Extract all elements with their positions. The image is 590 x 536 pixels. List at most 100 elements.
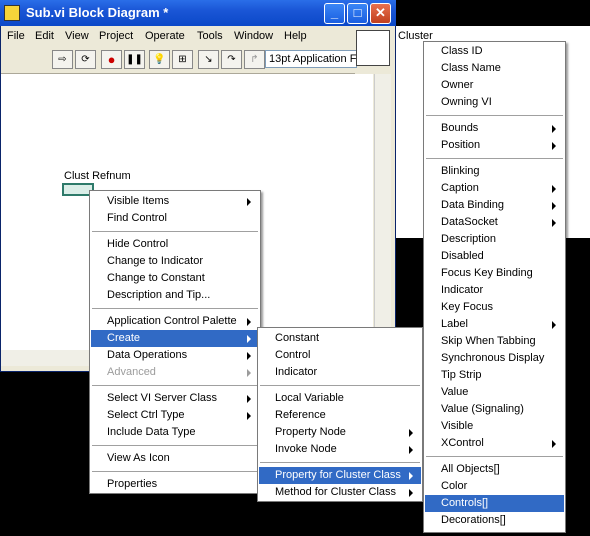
- menu-window[interactable]: Window: [234, 30, 273, 42]
- menu-item[interactable]: XControl: [425, 435, 564, 452]
- submenu-arrow-icon: [247, 198, 251, 206]
- menu-item[interactable]: Class ID: [425, 43, 564, 60]
- menu-item[interactable]: Change to Constant: [91, 270, 259, 287]
- menu-item[interactable]: Application Control Palette: [91, 313, 259, 330]
- menu-item-label: Indicator: [441, 284, 484, 296]
- create-submenu: Constant Control Indicator Local Variable Re…: [257, 327, 423, 502]
- step-out-icon[interactable]: ↱: [244, 50, 265, 69]
- menu-item[interactable]: Skip When Tabbing: [425, 333, 564, 350]
- menu-item[interactable]: Key Focus: [425, 299, 564, 316]
- menu-item[interactable]: Description: [425, 231, 564, 248]
- menu-item[interactable]: Controls[]: [425, 495, 564, 512]
- menu-item-label: Synchronous Display: [441, 352, 545, 364]
- menu-item[interactable]: Include Data Type: [91, 424, 259, 441]
- retain-wire-values-icon[interactable]: ⊞: [172, 50, 193, 69]
- menu-item[interactable]: Owning VI: [425, 94, 564, 111]
- menu-item[interactable]: Label: [425, 316, 564, 333]
- menu-file[interactable]: File: [7, 30, 25, 42]
- menu-item[interactable]: Property Node: [259, 424, 421, 441]
- menu-item[interactable]: Focus Key Binding: [425, 265, 564, 282]
- menu-item[interactable]: Description and Tip...: [91, 287, 259, 304]
- menu-item[interactable]: Tip Strip: [425, 367, 564, 384]
- menu-project[interactable]: Project: [99, 30, 133, 42]
- menu-item[interactable]: View As Icon: [91, 450, 259, 467]
- menu-item-label: Advanced: [107, 366, 156, 378]
- menu-item-label: Label: [441, 318, 468, 330]
- menu-item[interactable]: Local Variable: [259, 390, 421, 407]
- menu-item-label: Data Operations: [107, 349, 188, 361]
- close-button[interactable]: ✕: [370, 3, 391, 24]
- vertical-scrollbar[interactable]: [374, 74, 391, 350]
- menu-item[interactable]: Method for Cluster Class: [259, 484, 421, 501]
- step-over-icon[interactable]: ↷: [221, 50, 242, 69]
- submenu-arrow-icon: [552, 219, 556, 227]
- menu-item[interactable]: Class Name: [425, 60, 564, 77]
- menu-item-label: Local Variable: [275, 392, 344, 404]
- menu-view[interactable]: View: [65, 30, 89, 42]
- highlight-execution-icon[interactable]: 💡: [149, 50, 170, 69]
- menu-item[interactable]: Owner: [425, 77, 564, 94]
- menu-item[interactable]: Data Binding: [425, 197, 564, 214]
- menu-item[interactable]: Disabled: [425, 248, 564, 265]
- menu-item[interactable]: Position: [425, 137, 564, 154]
- menu-item[interactable]: Find Control: [91, 210, 259, 227]
- menu-item[interactable]: Synchronous Display: [425, 350, 564, 367]
- menu-item-label: Constant: [275, 332, 320, 344]
- font-select[interactable]: 13pt Application Font: [265, 50, 357, 68]
- menu-separator: [426, 115, 563, 116]
- menu-item[interactable]: Invoke Node: [259, 441, 421, 458]
- menu-item-label: Visible Items: [107, 195, 170, 207]
- step-into-icon[interactable]: ↘: [198, 50, 219, 69]
- menu-item[interactable]: Value: [425, 384, 564, 401]
- menu-help[interactable]: Help: [284, 30, 307, 42]
- menu-item[interactable]: Color: [425, 478, 564, 495]
- menu-item[interactable]: Visible Items: [91, 193, 259, 210]
- menu-item[interactable]: All Objects[]: [425, 461, 564, 478]
- menu-item-label: Skip When Tabbing: [441, 335, 536, 347]
- vi-connector-icon[interactable]: [356, 30, 390, 66]
- menu-item-label: Change to Indicator: [107, 255, 204, 267]
- submenu-arrow-icon: [409, 489, 413, 497]
- menu-item[interactable]: Reference: [259, 407, 421, 424]
- menu-item[interactable]: Blinking: [425, 163, 564, 180]
- menu-item[interactable]: Bounds: [425, 120, 564, 137]
- menu-item-label: Value (Signaling): [441, 403, 524, 415]
- menu-item[interactable]: Hide Control: [91, 236, 259, 253]
- menu-separator: [92, 445, 258, 446]
- menu-item-label: Bounds: [441, 122, 479, 134]
- run-continuously-icon[interactable]: ⟳: [75, 50, 96, 69]
- menu-item-label: Color: [441, 480, 468, 492]
- menu-item[interactable]: Select VI Server Class: [91, 390, 259, 407]
- menu-item[interactable]: Decorations[]: [425, 512, 564, 529]
- menu-item-label: Decorations[]: [441, 514, 506, 526]
- menu-item-label: Tip Strip: [441, 369, 482, 381]
- menu-item[interactable]: Change to Indicator: [91, 253, 259, 270]
- minimize-button[interactable]: _: [324, 3, 345, 24]
- menu-item-label: Application Control Palette: [107, 315, 237, 327]
- menu-item[interactable]: Create: [91, 330, 259, 347]
- menu-tools[interactable]: Tools: [197, 30, 223, 42]
- menu-item[interactable]: Properties: [91, 476, 259, 493]
- menu-item[interactable]: Control: [259, 347, 421, 364]
- menu-item[interactable]: Value (Signaling): [425, 401, 564, 418]
- maximize-button[interactable]: □: [347, 3, 368, 24]
- abort-icon[interactable]: ●: [101, 50, 122, 69]
- menu-item[interactable]: Indicator: [425, 282, 564, 299]
- menu-item[interactable]: DataSocket: [425, 214, 564, 231]
- menu-item[interactable]: Visible: [425, 418, 564, 435]
- menu-item[interactable]: Indicator: [259, 364, 421, 381]
- menu-item[interactable]: Data Operations: [91, 347, 259, 364]
- menu-item[interactable]: Constant: [259, 330, 421, 347]
- menu-item[interactable]: Property for Cluster Class: [259, 467, 421, 484]
- pause-icon[interactable]: ❚❚: [124, 50, 145, 69]
- menu-operate[interactable]: Operate: [145, 30, 185, 42]
- menu-separator: [92, 471, 258, 472]
- menu-edit[interactable]: Edit: [35, 30, 54, 42]
- menu-separator: [260, 385, 420, 386]
- menu-item[interactable]: Select Ctrl Type: [91, 407, 259, 424]
- menu-item-label: Description: [441, 233, 497, 245]
- menu-item[interactable]: Caption: [425, 180, 564, 197]
- menu-item-label: Class ID: [441, 45, 483, 57]
- run-arrow-icon[interactable]: ⇨: [52, 50, 73, 69]
- submenu-arrow-icon: [552, 185, 556, 193]
